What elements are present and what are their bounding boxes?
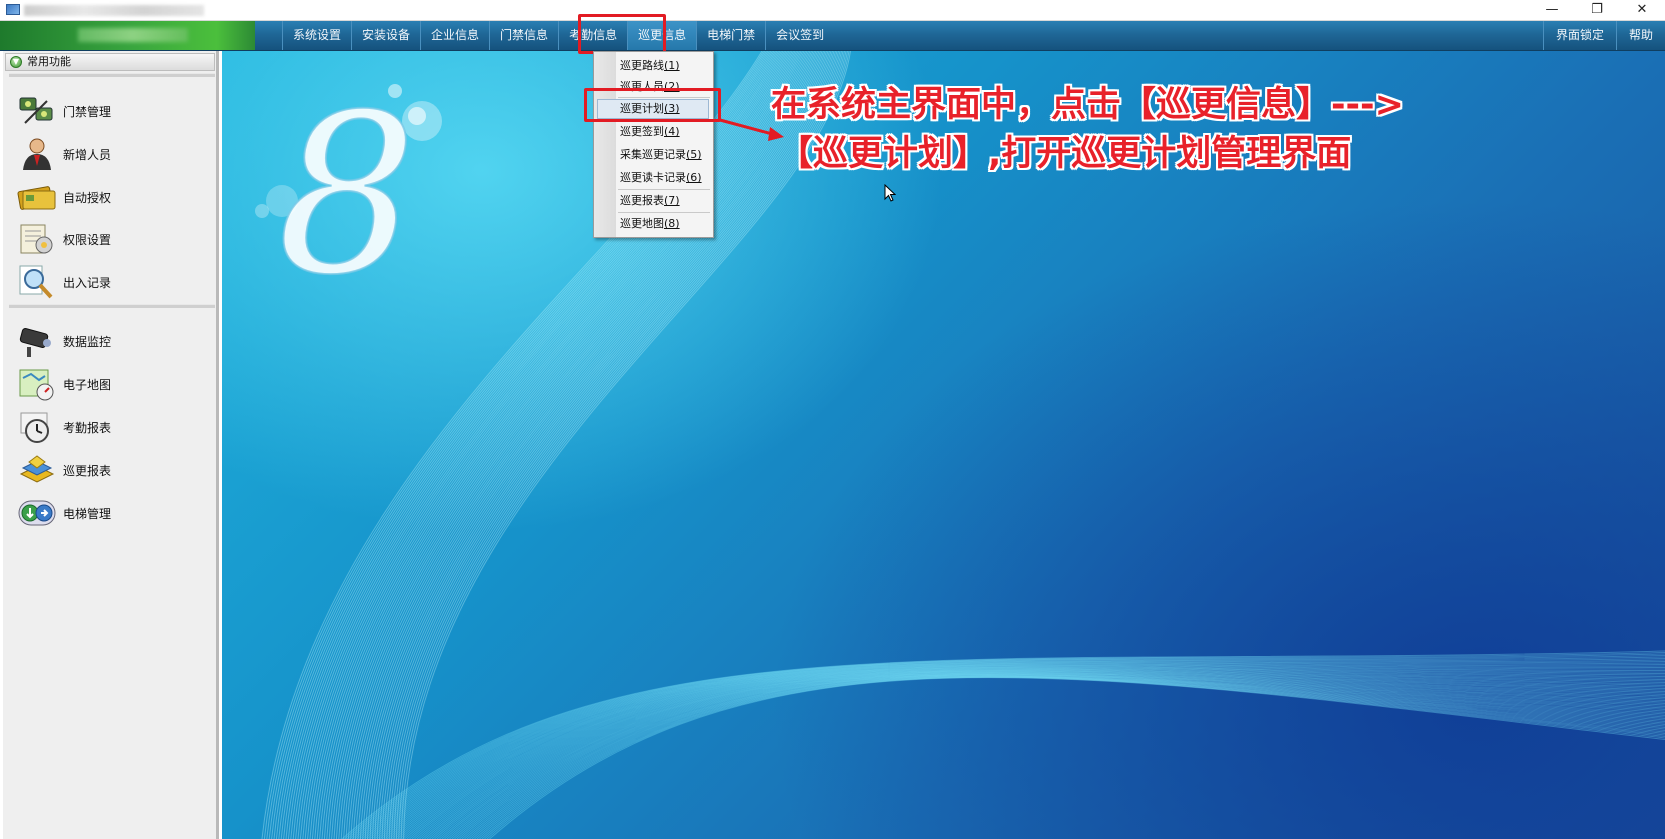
menu-item-patrol-map[interactable]: 巡更地图(8): [620, 214, 680, 234]
sidebar-item-label: 巡更报表: [63, 463, 112, 478]
menu-company-info[interactable]: 企业信息: [420, 21, 489, 50]
sidebar-header[interactable]: ▼ 常用功能: [5, 53, 215, 71]
elevator-icon: [17, 495, 57, 531]
patrol-dropdown-menu: 巡更路线(1) 巡更人员(2) 巡更计划(3) 巡更签到(4) 采集巡更记录(5…: [593, 51, 714, 238]
camera-icon: [17, 323, 57, 359]
patrol-report-icon: [17, 452, 57, 488]
sidebar-item-door-management[interactable]: 门禁管理: [17, 91, 207, 131]
dropdown-divider: [618, 189, 710, 190]
sidebar-divider: [9, 73, 215, 77]
annotation-line-2: 【巡更计划】,打开巡更计划管理界面: [778, 134, 1352, 174]
sidebar-item-label: 门禁管理: [63, 104, 112, 119]
sidebar-title: 常用功能: [27, 55, 71, 68]
close-button[interactable]: ✕: [1619, 0, 1665, 20]
menu-meeting-checkin[interactable]: 会议签到: [765, 21, 834, 50]
menu-elevator-access[interactable]: 电梯门禁: [696, 21, 765, 50]
menu-bar: 系统设置 安装设备 企业信息 门禁信息 考勤信息 巡更信息 电梯门禁 会议签到 …: [0, 21, 1665, 51]
minimize-button[interactable]: —: [1529, 0, 1575, 20]
sidebar-item-e-map[interactable]: 电子地图: [17, 364, 207, 404]
menu-install-devices[interactable]: 安装设备: [351, 21, 420, 50]
sidebar-item-label: 出入记录: [63, 275, 112, 290]
menu-lock-interface[interactable]: 界面锁定: [1542, 21, 1616, 50]
sidebar-item-label: 电子地图: [63, 377, 112, 392]
clock-icon: [17, 409, 57, 445]
sidebar-item-label: 权限设置: [63, 232, 112, 247]
brand-logo-8: 8: [277, 67, 417, 323]
sidebar-item-patrol-report[interactable]: 巡更报表: [17, 450, 207, 490]
sidebar-item-data-monitor[interactable]: 数据监控: [17, 321, 207, 361]
menu-item-patrol-report[interactable]: 巡更报表(7): [620, 191, 680, 211]
menu-item-patrol-route[interactable]: 巡更路线(1): [620, 56, 680, 76]
sidebar-item-auto-authorize[interactable]: 自动授权: [17, 177, 207, 217]
dropdown-icon-strip: [594, 52, 616, 237]
sidebar-divider: [9, 304, 215, 308]
sidebar-item-label: 考勤报表: [63, 420, 112, 435]
menu-item-patrol-checkin[interactable]: 巡更签到(4): [620, 122, 680, 142]
right-menu: 界面锁定 帮助: [1542, 21, 1665, 50]
main-menu: 系统设置 安装设备 企业信息 门禁信息 考勤信息 巡更信息 电梯门禁 会议签到: [282, 21, 834, 50]
sidebar-item-permission-settings[interactable]: 权限设置: [17, 219, 207, 259]
person-icon: [17, 136, 57, 172]
sidebar-item-access-records[interactable]: 出入记录: [17, 262, 207, 302]
door-access-icon: [17, 93, 57, 129]
permission-icon: [17, 221, 57, 257]
menu-item-collect-patrol-records[interactable]: 采集巡更记录(5): [620, 145, 702, 165]
sidebar-item-label: 数据监控: [63, 334, 112, 349]
collapse-chevron-icon[interactable]: ▼: [10, 56, 22, 68]
card-icon: [17, 179, 57, 215]
map-icon: [17, 366, 57, 402]
window-title-blurred: [24, 5, 204, 16]
highlight-patrol-plan: [584, 88, 721, 122]
dropdown-divider: [618, 212, 710, 213]
sidebar-item-label: 自动授权: [63, 190, 112, 205]
sidebar-item-label: 新增人员: [63, 147, 112, 162]
menu-access-info[interactable]: 门禁信息: [489, 21, 558, 50]
mouse-cursor-icon: [884, 184, 896, 202]
title-bar: — ❐ ✕: [0, 0, 1665, 21]
restore-button[interactable]: ❐: [1574, 0, 1620, 20]
sidebar-item-elevator-management[interactable]: 电梯管理: [17, 493, 207, 533]
annotation-line-1: 在系统主界面中，点击【巡更信息】--->: [771, 85, 1404, 125]
brand-text-blurred: [78, 28, 188, 42]
sidebar: ▼ 常用功能 门禁管理 新增人员 自动授权 权限设置 出入记录 数据监控 电子地…: [3, 51, 219, 839]
sidebar-item-new-person[interactable]: 新增人员: [17, 134, 207, 174]
app-icon: [6, 4, 20, 15]
sidebar-item-label: 电梯管理: [63, 506, 112, 521]
brand-logo-area: [0, 21, 255, 50]
menu-system-settings[interactable]: 系统设置: [282, 21, 351, 50]
highlight-patrol-menu: [578, 14, 666, 54]
menu-item-patrol-card-records[interactable]: 巡更读卡记录(6): [620, 168, 702, 188]
sidebar-item-attendance-report[interactable]: 考勤报表: [17, 407, 207, 447]
magnifier-icon: [17, 264, 57, 300]
menu-help[interactable]: 帮助: [1615, 21, 1665, 50]
